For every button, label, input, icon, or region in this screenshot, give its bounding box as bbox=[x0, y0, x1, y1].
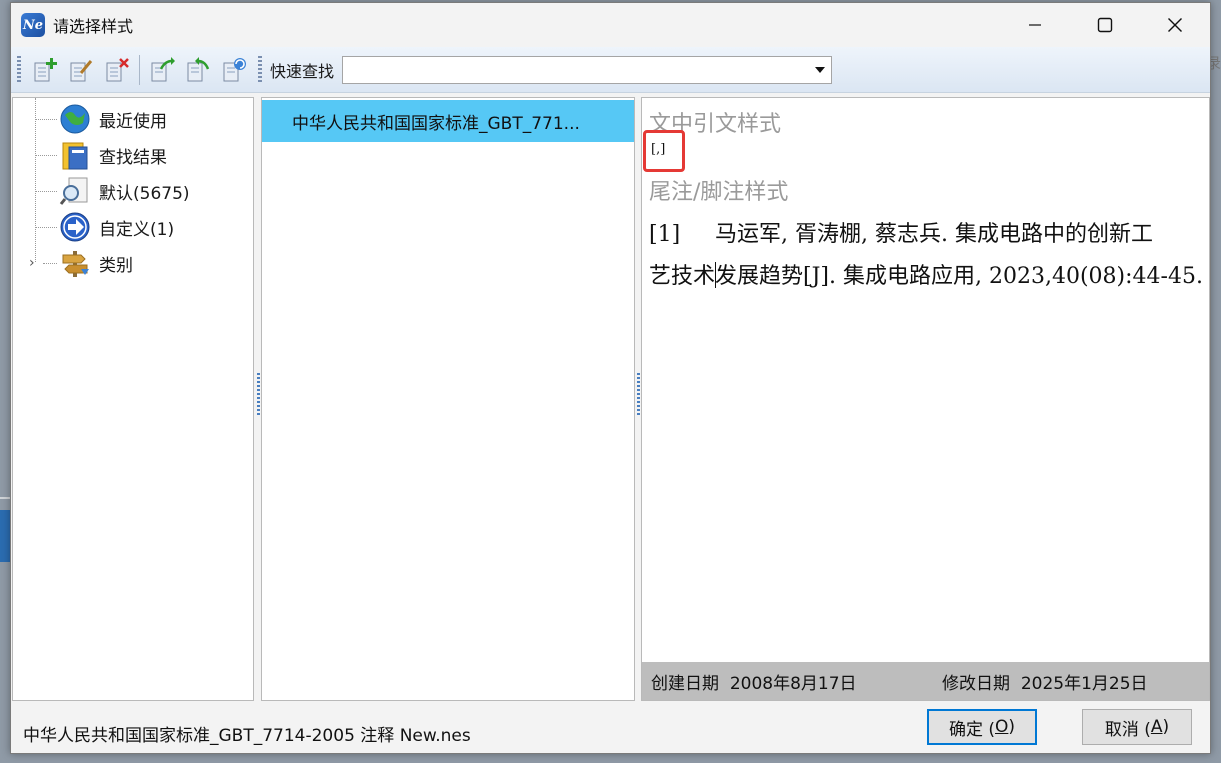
tree-item-label: 默认(5675) bbox=[99, 183, 190, 204]
tree-branch-line bbox=[35, 155, 57, 156]
preview-info-bar: 创建日期 2008年8月17日 修改日期 2025年1月25日 bbox=[642, 662, 1209, 700]
tree-item-recent[interactable]: 最近使用 bbox=[13, 102, 253, 136]
tree-branch-line bbox=[35, 227, 57, 228]
folder-book-icon bbox=[57, 138, 93, 172]
cancel-label-end: ) bbox=[1162, 717, 1170, 737]
cancel-accelerator: A bbox=[1150, 717, 1163, 737]
window-controls bbox=[1000, 3, 1210, 47]
created-value: 2008年8月17日 bbox=[729, 673, 857, 694]
modified-date: 修改日期 2025年1月25日 bbox=[942, 669, 1148, 694]
tree-branch-line bbox=[35, 191, 57, 192]
export-style-icon bbox=[151, 56, 175, 81]
import-style-button[interactable] bbox=[180, 52, 216, 88]
update-style-icon bbox=[223, 57, 246, 81]
ok-label: 确定 ( bbox=[948, 719, 995, 740]
export-style-button[interactable] bbox=[144, 52, 180, 88]
quick-search-label: 快速查找 bbox=[270, 61, 335, 81]
quick-search-input[interactable] bbox=[343, 56, 804, 83]
close-icon bbox=[1168, 18, 1182, 32]
modified-value: 2025年1月25日 bbox=[1020, 673, 1148, 694]
reference-text-1: 马运军, 胥涛棚, 蔡志兵. 集成电路中的创新工 bbox=[715, 222, 1153, 247]
signpost-icon bbox=[57, 246, 93, 280]
minimize-icon bbox=[1029, 24, 1041, 26]
style-list[interactable]: 中华人民共和国国家标准_GBT_771... bbox=[261, 97, 635, 701]
style-preview: 文中引文样式 [,] 尾注/脚注样式 [1] 马运军, 胥涛棚, 蔡志兵. 集成电… bbox=[641, 97, 1210, 701]
tree-item-label: 最近使用 bbox=[99, 111, 167, 132]
import-style-icon bbox=[187, 56, 210, 81]
toolbar: 快速查找 bbox=[11, 47, 1210, 93]
created-date: 创建日期 2008年8月17日 bbox=[651, 669, 857, 694]
edit-style-button[interactable] bbox=[63, 52, 99, 88]
tree-item-label: 查找结果 bbox=[99, 147, 167, 168]
maximize-button[interactable] bbox=[1070, 3, 1140, 47]
reference-line-1[interactable]: [1] 马运军, 胥涛棚, 蔡志兵. 集成电路中的创新工 bbox=[649, 216, 1153, 248]
cancel-label: 取消 ( bbox=[1104, 719, 1151, 740]
edit-style-icon bbox=[70, 59, 93, 81]
toolbar-separator bbox=[139, 54, 140, 85]
title-bar[interactable]: Ne 请选择样式 bbox=[11, 3, 1210, 47]
close-button[interactable] bbox=[1140, 3, 1210, 47]
toolbar-grip-2[interactable] bbox=[258, 55, 262, 84]
ok-accelerator: O bbox=[995, 717, 1009, 737]
delete-style-button[interactable] bbox=[99, 52, 135, 88]
status-filename: 中华人民共和国国家标准_GBT_7714-2005 注释 New.nes bbox=[23, 726, 471, 746]
dropdown-arrow-icon[interactable] bbox=[815, 66, 826, 73]
ok-label-end: ) bbox=[1008, 717, 1016, 737]
delete-style-icon bbox=[106, 57, 129, 81]
ok-button[interactable]: 确定 (O) bbox=[927, 709, 1037, 745]
cancel-button[interactable]: 取消 (A) bbox=[1082, 709, 1192, 745]
modified-label: 修改日期 bbox=[942, 673, 1010, 694]
quick-search-combobox[interactable] bbox=[342, 55, 833, 84]
app-icon: Ne bbox=[21, 13, 45, 37]
tree-branch-line bbox=[43, 263, 57, 264]
toolbar-grip[interactable] bbox=[17, 55, 21, 84]
reference-line-2[interactable]: 艺技术发展趋势[J]. 集成电路应用, 2023,40(08):44-45. bbox=[649, 258, 1203, 290]
footnote-heading: 尾注/脚注样式 bbox=[649, 180, 789, 205]
maximize-icon bbox=[1097, 17, 1113, 33]
chevron-right-icon[interactable]: › bbox=[29, 255, 35, 271]
tree-item-search-results[interactable]: 查找结果 bbox=[13, 138, 253, 172]
style-dialog: Ne 请选择样式 快速查找 最近使用 查找结果 默认(5675) 自定义(1) … bbox=[10, 2, 1211, 754]
reference-text-2b: 发展趋势[J]. 集成电路应用, 2023,40(08):44-45. bbox=[715, 264, 1203, 289]
reference-text-2a: 艺技术 bbox=[649, 264, 716, 289]
magnifier-doc-icon bbox=[57, 174, 93, 208]
update-style-button[interactable] bbox=[216, 52, 252, 88]
new-style-icon bbox=[34, 57, 57, 81]
tree-item-category[interactable]: › 类别 bbox=[13, 246, 253, 280]
tree-item-label: 自定义(1) bbox=[99, 219, 175, 240]
blue-arrow-icon bbox=[57, 210, 93, 244]
tree-item-label: 类别 bbox=[99, 255, 133, 276]
splitter-handle[interactable] bbox=[637, 373, 640, 415]
created-label: 创建日期 bbox=[651, 673, 719, 694]
new-style-button[interactable] bbox=[27, 52, 63, 88]
minimize-button[interactable] bbox=[1000, 3, 1070, 47]
category-tree[interactable]: 最近使用 查找结果 默认(5675) 自定义(1) › 类别 bbox=[12, 97, 254, 701]
reference-number: [1] bbox=[649, 222, 681, 247]
tree-item-custom[interactable]: 自定义(1) bbox=[13, 210, 253, 244]
list-item-label: 中华人民共和国国家标准_GBT_771... bbox=[292, 113, 580, 134]
tree-branch-line bbox=[35, 119, 57, 120]
splitter-handle[interactable] bbox=[257, 373, 260, 415]
list-item-selected[interactable]: 中华人民共和国国家标准_GBT_771... bbox=[262, 100, 634, 142]
in-text-sample: [,] bbox=[651, 142, 666, 157]
window-title: 请选择样式 bbox=[53, 17, 134, 36]
globe-icon bbox=[57, 102, 93, 136]
tree-item-default[interactable]: 默认(5675) bbox=[13, 174, 253, 208]
